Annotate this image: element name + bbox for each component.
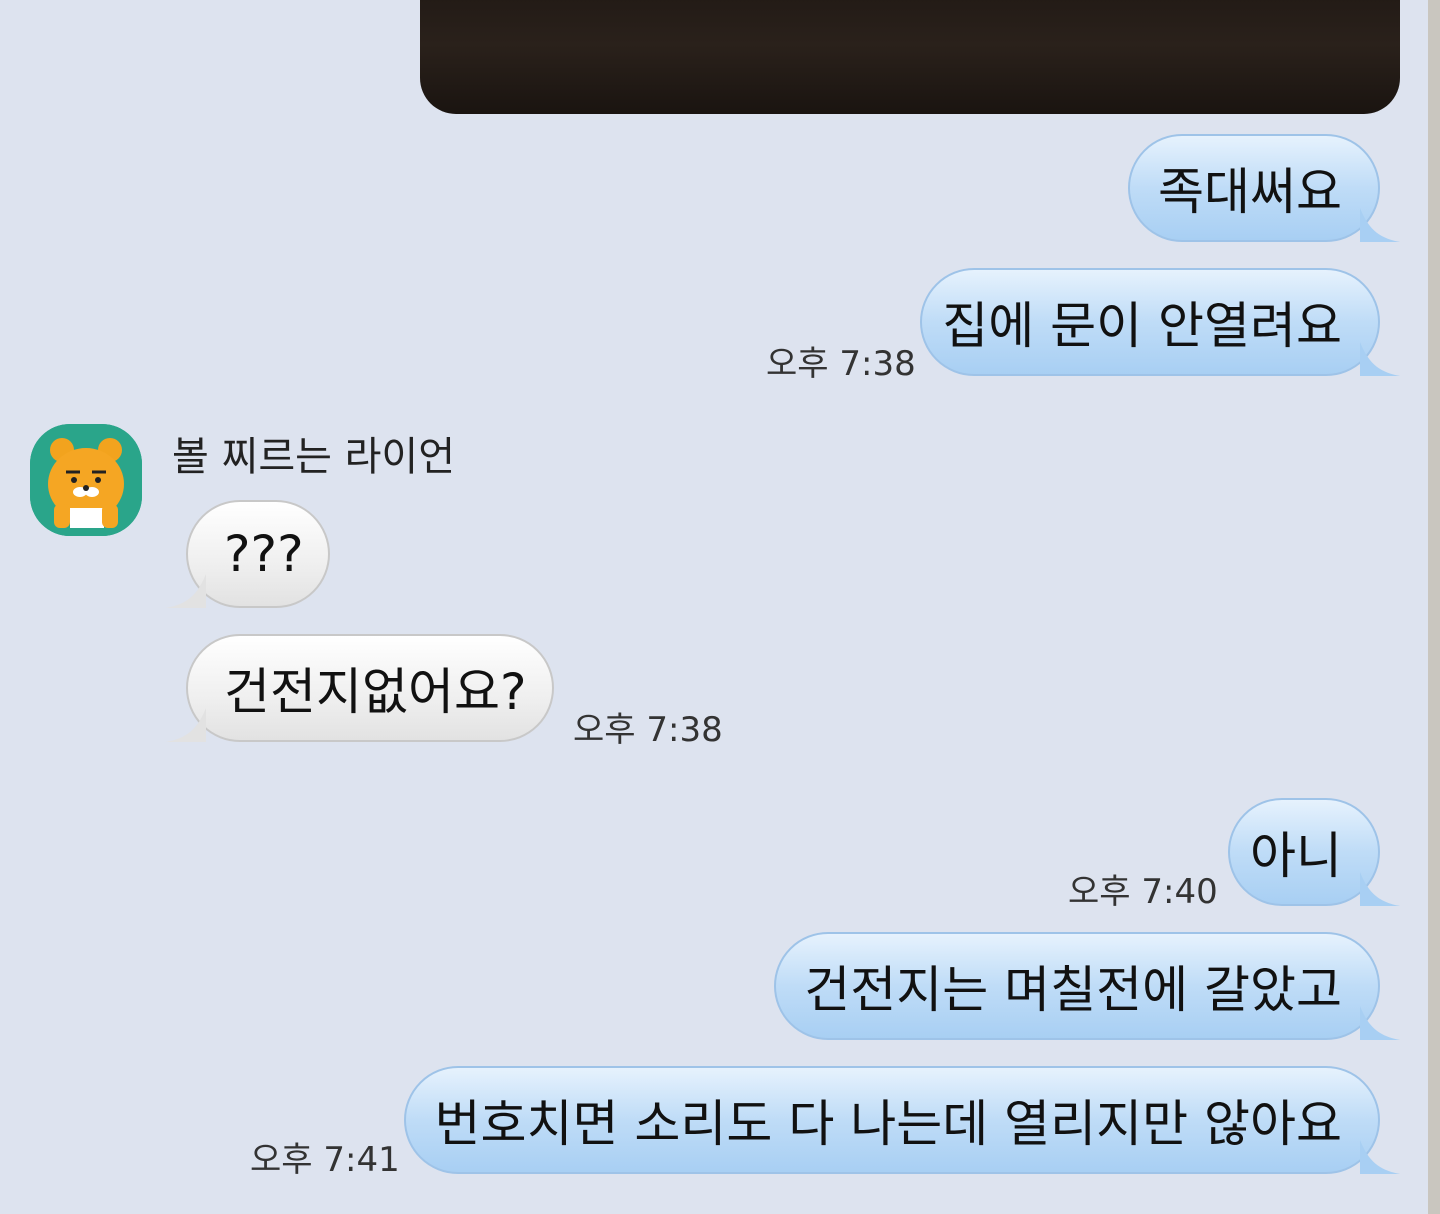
bubble-tail-icon <box>1360 1140 1400 1174</box>
message-text: 번호치면 소리도 다 나는데 열리지만 않아요 <box>434 1095 1342 1153</box>
message-text: 건전지는 며칠전에 갈았고 <box>804 961 1342 1019</box>
message-text: 아니 <box>1250 827 1342 885</box>
ryan-character-icon <box>30 424 142 536</box>
message-text: 족대써요 <box>1158 163 1342 221</box>
message-timestamp: 오후 7:38 <box>766 344 916 384</box>
bubble-tail-icon <box>1360 342 1400 376</box>
message-timestamp: 오후 7:38 <box>573 710 723 750</box>
message-bubble-theirs[interactable]: ??? <box>166 500 330 608</box>
bubble-tail-icon <box>166 574 206 608</box>
message-bubble-mine[interactable]: 건전지는 며칠전에 갈았고 <box>774 932 1400 1040</box>
message-text: 집에 문이 안열려요 <box>942 297 1342 355</box>
sender-name: 볼 찌르는 라이언 <box>172 434 456 480</box>
scrollbar[interactable] <box>1428 0 1440 1214</box>
message-bubble-mine[interactable]: 집에 문이 안열려요 <box>920 268 1400 376</box>
shared-photo[interactable] <box>420 0 1400 114</box>
bubble-tail-icon <box>1360 872 1400 906</box>
message-text: ??? <box>224 525 304 583</box>
message-bubble-mine[interactable]: 아니 <box>1228 798 1400 906</box>
message-bubble-theirs[interactable]: 건전지없어요? <box>166 634 554 742</box>
avatar[interactable] <box>30 424 142 536</box>
bubble-tail-icon <box>166 708 206 742</box>
message-bubble-mine[interactable]: 족대써요 <box>1128 134 1400 242</box>
message-timestamp: 오후 7:41 <box>250 1140 400 1180</box>
message-text: 건전지없어요? <box>224 663 527 721</box>
message-timestamp: 오후 7:40 <box>1068 872 1218 912</box>
message-bubble-mine[interactable]: 번호치면 소리도 다 나는데 열리지만 않아요 <box>404 1066 1400 1174</box>
bubble-tail-icon <box>1360 208 1400 242</box>
bubble-tail-icon <box>1360 1006 1400 1040</box>
